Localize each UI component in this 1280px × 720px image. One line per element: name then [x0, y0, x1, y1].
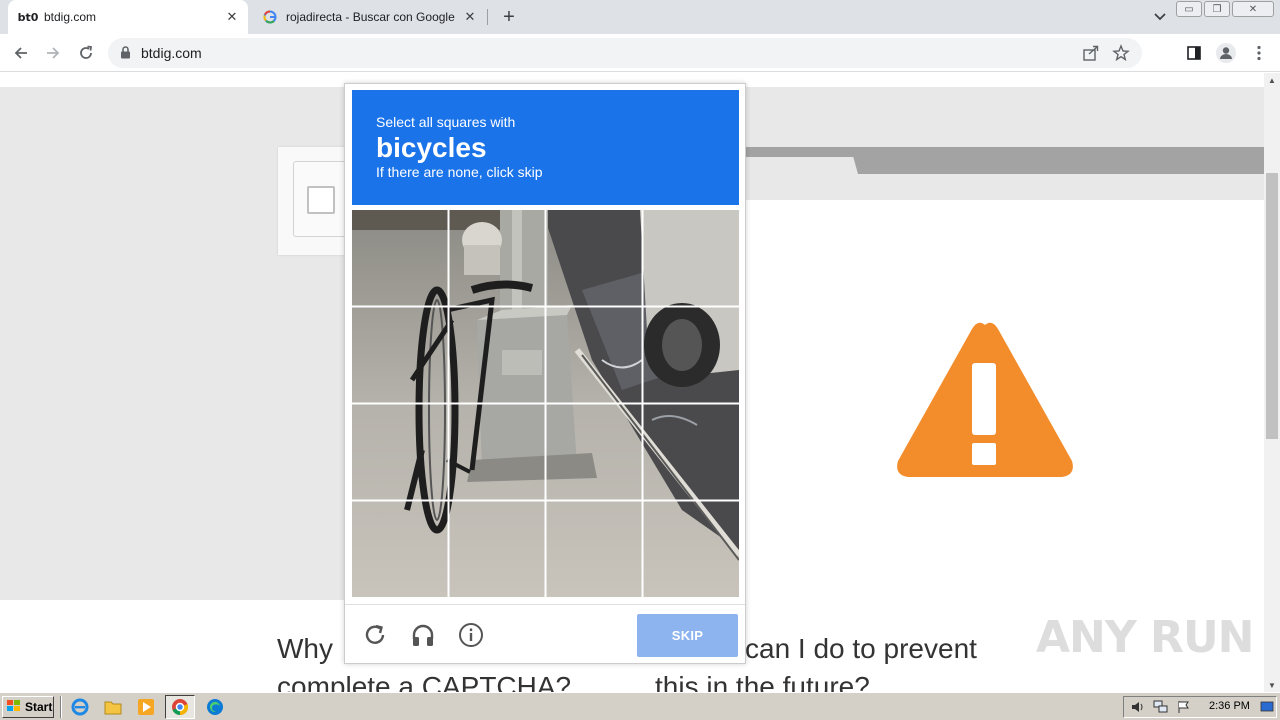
captcha-tile[interactable] — [546, 210, 642, 306]
captcha-prompt-line1: Select all squares with — [376, 114, 516, 130]
captcha-tile[interactable] — [352, 404, 448, 500]
volume-icon[interactable] — [1130, 700, 1146, 714]
file-explorer-icon[interactable] — [103, 697, 123, 717]
side-panel-icon[interactable] — [1181, 40, 1207, 66]
recaptcha-checkbox[interactable] — [307, 186, 335, 214]
action-center-flag-icon[interactable] — [1176, 700, 1192, 714]
show-desktop-icon[interactable] — [1260, 700, 1276, 714]
info-icon[interactable] — [457, 621, 485, 649]
start-label: Start — [25, 700, 53, 714]
captcha-tile[interactable] — [449, 307, 545, 403]
scroll-up-arrow-icon[interactable]: ▲ — [1264, 73, 1280, 87]
left-heading-line1: Why — [277, 633, 333, 664]
captcha-tile[interactable] — [449, 404, 545, 500]
media-player-icon[interactable] — [136, 697, 156, 717]
left-heading-line2: complete a CAPTCHA? — [277, 671, 572, 692]
tab-separator — [487, 9, 488, 25]
window-controls: ▭ ❐ ✕ — [1176, 1, 1274, 17]
captcha-tile[interactable] — [449, 500, 545, 596]
captcha-target-word: bicycles — [376, 132, 487, 163]
btdig-favicon-icon: bt0 — [17, 10, 39, 24]
close-tab-icon[interactable]: ✕ — [224, 9, 240, 25]
decorative-tab — [740, 157, 858, 174]
restore-icon[interactable]: ❐ — [1204, 1, 1230, 17]
captcha-prompt-line3: If there are none, click skip — [376, 164, 543, 180]
captcha-tile[interactable] — [546, 500, 642, 596]
page-scrollbar[interactable]: ▲ ▼ — [1264, 73, 1280, 692]
right-heading-line1: can I do to prevent — [745, 633, 977, 664]
scroll-thumb[interactable] — [1266, 173, 1278, 439]
internet-explorer-icon[interactable] — [70, 697, 90, 717]
network-icon[interactable] — [1153, 700, 1169, 714]
scroll-down-arrow-icon[interactable]: ▼ — [1264, 678, 1280, 692]
captcha-tile[interactable] — [642, 210, 738, 306]
tab-title: btdig.com — [44, 10, 97, 24]
audio-icon[interactable] — [409, 621, 437, 649]
start-button[interactable]: Start — [2, 696, 54, 718]
reload-page-icon[interactable] — [73, 40, 99, 66]
window-close-icon[interactable]: ✕ — [1232, 1, 1274, 17]
menu-kebab-icon[interactable] — [1246, 40, 1272, 66]
tab-strip: bt0 btdig.com ✕ rojadirecta - Buscar con… — [0, 0, 1280, 34]
skip-button[interactable]: SKIP — [637, 614, 738, 657]
forward-arrow-icon[interactable] — [40, 40, 66, 66]
profile-avatar-icon[interactable] — [1213, 40, 1239, 66]
edge-icon[interactable] — [205, 697, 225, 717]
captcha-tile[interactable] — [352, 307, 448, 403]
tab-btdig[interactable]: bt0 btdig.com ✕ — [8, 0, 248, 34]
google-favicon-icon — [262, 9, 278, 25]
captcha-tile[interactable] — [642, 500, 738, 596]
anyrun-watermark: ANY RUN — [1036, 612, 1254, 663]
captcha-tile[interactable] — [642, 404, 738, 500]
bookmark-star-icon[interactable] — [1112, 44, 1130, 67]
tab-title: rojadirecta - Buscar con Google — [286, 10, 455, 24]
captcha-image-grid — [352, 210, 739, 597]
warning-triangle-icon — [894, 319, 1076, 486]
captcha-challenge: Select all squares with bicycles If ther… — [344, 83, 746, 664]
windows-taskbar: Start 2:36 PM — [0, 692, 1280, 720]
captcha-footer: SKIP — [345, 604, 745, 664]
windows-logo-icon — [6, 699, 22, 716]
captcha-tile[interactable] — [352, 500, 448, 596]
minimize-icon[interactable]: ▭ — [1176, 1, 1202, 17]
captcha-header: Select all squares with bicycles If ther… — [352, 90, 739, 205]
right-heading-line2: this in the future? — [655, 671, 870, 692]
url-text: btdig.com — [141, 45, 202, 61]
chrome-taskbar-icon[interactable] — [165, 695, 195, 719]
captcha-tile[interactable] — [449, 210, 545, 306]
share-icon[interactable] — [1082, 44, 1100, 67]
captcha-tile[interactable] — [546, 404, 642, 500]
new-tab-plus-icon[interactable]: + — [498, 6, 520, 28]
address-bar[interactable]: btdig.com — [108, 38, 1142, 68]
tab-search-chevron-icon[interactable] — [1150, 8, 1170, 26]
tab-google-search[interactable]: rojadirecta - Buscar con Google ✕ — [250, 0, 486, 34]
captcha-tile[interactable] — [546, 307, 642, 403]
captcha-tile[interactable] — [642, 307, 738, 403]
system-tray: 2:36 PM — [1123, 696, 1277, 718]
lock-icon[interactable] — [120, 46, 131, 64]
browser-toolbar: btdig.com — [0, 34, 1280, 72]
reload-icon[interactable] — [361, 621, 389, 649]
taskbar-separator — [60, 696, 62, 718]
back-arrow-icon[interactable] — [8, 40, 34, 66]
taskbar-clock: 2:36 PM — [1209, 700, 1250, 712]
captcha-tile[interactable] — [352, 210, 448, 306]
close-tab-icon[interactable]: ✕ — [462, 9, 478, 25]
